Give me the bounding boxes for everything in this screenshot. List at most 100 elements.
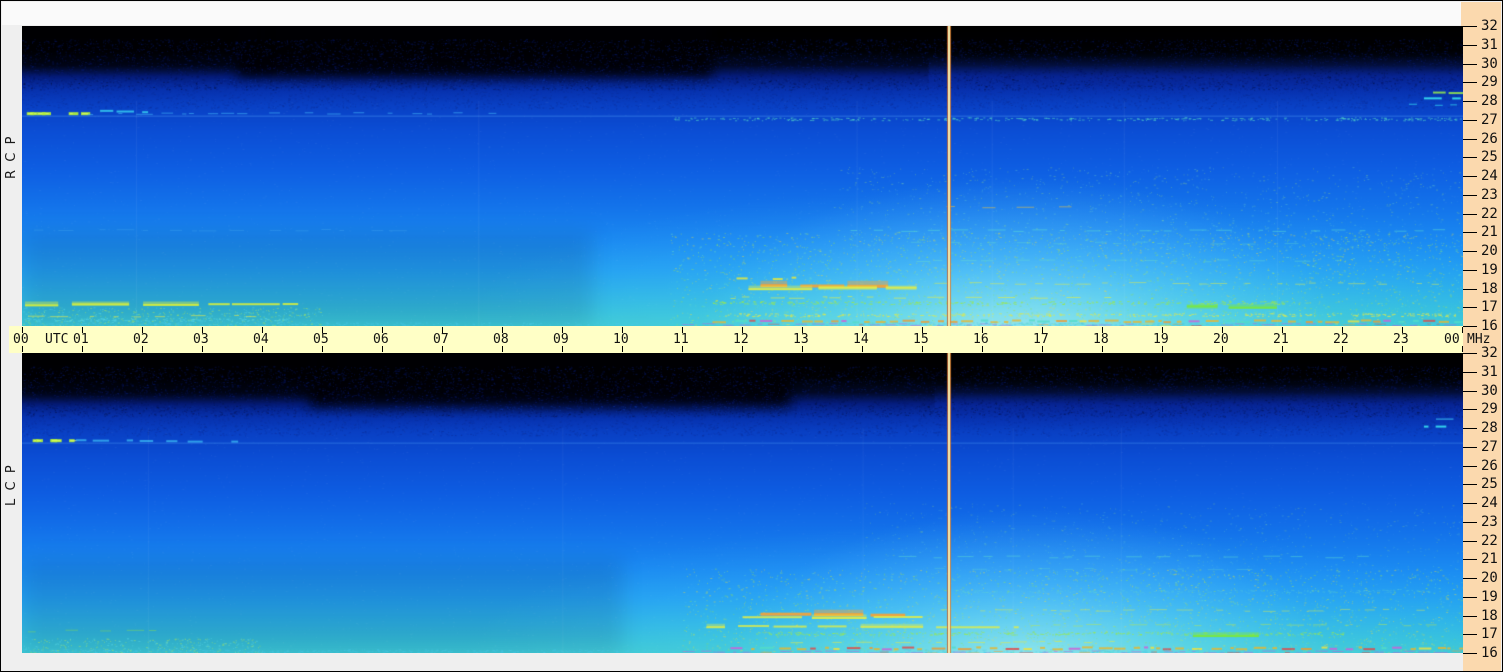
time-tick-label: 01 <box>73 332 89 347</box>
freq-tick-label: 18 <box>1481 608 1498 624</box>
freq-tick <box>1463 214 1477 215</box>
time-tick-label: 04 <box>253 332 269 347</box>
freq-tick-label: 23 <box>1481 514 1498 530</box>
freq-tick <box>1463 326 1477 327</box>
time-tick-label: 13 <box>793 332 809 347</box>
freq-tick-label: 23 <box>1481 187 1498 203</box>
time-tick-label: 07 <box>433 332 449 347</box>
time-tick-label: 12 <box>733 332 749 347</box>
freq-tick <box>1463 391 1477 392</box>
freq-tick <box>1463 653 1477 654</box>
time-tick-label: 17 <box>1033 332 1049 347</box>
time-tick-label: 10 <box>613 332 629 347</box>
freq-tick <box>1463 45 1477 46</box>
freq-tick-label: 19 <box>1481 589 1498 605</box>
freq-tick <box>1463 195 1477 196</box>
freq-tick <box>1463 157 1477 158</box>
freq-tick-label: 25 <box>1481 476 1498 492</box>
freq-tick-label: 27 <box>1481 112 1498 128</box>
time-tick-label: 16 <box>973 332 989 347</box>
freq-tick-label: 30 <box>1481 383 1498 399</box>
rcp-spectrogram-canvas <box>22 26 1463 326</box>
freq-tick-label: 21 <box>1481 224 1498 240</box>
time-tick-label: 00 <box>13 332 29 347</box>
freq-tick-label: 20 <box>1481 570 1498 586</box>
time-tick-label: 11 <box>673 332 689 347</box>
freq-tick <box>1463 82 1477 83</box>
freq-tick <box>1463 541 1477 542</box>
time-tick-label: 18 <box>1093 332 1109 347</box>
freq-tick-label: 27 <box>1481 439 1498 455</box>
freq-tick <box>1463 597 1477 598</box>
time-tick-label: 09 <box>553 332 569 347</box>
freq-tick <box>1463 353 1477 354</box>
time-tick-label: 02 <box>133 332 149 347</box>
lcp-spectrogram-canvas <box>22 353 1463 653</box>
time-tick <box>1462 327 1463 333</box>
freq-tick <box>1463 616 1477 617</box>
freq-tick-label: 26 <box>1481 131 1498 147</box>
freq-tick <box>1463 232 1477 233</box>
time-tick-label: 23 <box>1393 332 1409 347</box>
freq-tick <box>1463 270 1477 271</box>
freq-tick <box>1463 64 1477 65</box>
time-tick-label: 21 <box>1273 332 1289 347</box>
time-tick-label: 20 <box>1213 332 1229 347</box>
rcp-label-text: R C P <box>4 136 19 179</box>
freq-tick-label: 24 <box>1481 168 1498 184</box>
freq-tick <box>1463 503 1477 504</box>
time-tick-label: 05 <box>313 332 329 347</box>
freq-tick <box>1463 372 1477 373</box>
freq-tick <box>1463 484 1477 485</box>
freq-tick-label: 16 <box>1481 318 1498 334</box>
freq-tick-label: 19 <box>1481 262 1498 278</box>
freq-tick <box>1463 578 1477 579</box>
freq-tick-label: 25 <box>1481 149 1498 165</box>
freq-tick <box>1463 466 1477 467</box>
freq-tick <box>1463 522 1477 523</box>
bottom-strip <box>2 653 1463 671</box>
freq-tick-label: 16 <box>1481 645 1498 661</box>
freq-tick-label: 17 <box>1481 299 1498 315</box>
side-label-lcp: L C P <box>1 465 22 506</box>
freq-tick <box>1463 101 1477 102</box>
spectrograph-window: AJ4CO Observatory 15 Jan 2021 - DPS on T… <box>0 0 1503 672</box>
lcp-label-text: L C P <box>4 465 19 506</box>
freq-tick <box>1463 120 1477 121</box>
time-tick-label: 03 <box>193 332 209 347</box>
freq-tick <box>1463 26 1477 27</box>
freq-tick <box>1463 409 1477 410</box>
freq-tick-label: 28 <box>1481 93 1498 109</box>
freq-tick-label: 31 <box>1481 37 1498 53</box>
time-tick-label: 15 <box>913 332 929 347</box>
freq-tick <box>1463 447 1477 448</box>
time-tick-label: 00 <box>1444 332 1460 347</box>
time-tick-label: 14 <box>853 332 869 347</box>
freq-tick-label: 21 <box>1481 551 1498 567</box>
freq-tick-label: 32 <box>1481 345 1498 361</box>
freq-tick-label: 24 <box>1481 495 1498 511</box>
freq-tick <box>1463 307 1477 308</box>
freq-tick-label: 32 <box>1481 18 1498 34</box>
freq-tick <box>1463 139 1477 140</box>
freq-tick <box>1463 176 1477 177</box>
freq-tick-label: 29 <box>1481 401 1498 417</box>
freq-tick-label: 29 <box>1481 74 1498 90</box>
freq-tick-label: 26 <box>1481 458 1498 474</box>
side-label-rcp: R C P <box>1 136 22 179</box>
freq-tick <box>1463 251 1477 252</box>
freq-tick-label: 17 <box>1481 626 1498 642</box>
freq-tick-label: 22 <box>1481 533 1498 549</box>
time-tick <box>1462 346 1463 352</box>
freq-tick-label: 20 <box>1481 243 1498 259</box>
time-tick-label: 22 <box>1333 332 1349 347</box>
utc-label: UTC <box>45 332 69 347</box>
freq-tick-label: 31 <box>1481 364 1498 380</box>
time-tick-label: 06 <box>373 332 389 347</box>
freq-tick <box>1463 428 1477 429</box>
title-bar: AJ4CO Observatory 15 Jan 2021 - DPS on T… <box>2 2 1462 45</box>
freq-tick-label: 28 <box>1481 420 1498 436</box>
time-tick-label: 19 <box>1153 332 1169 347</box>
freq-tick-label: 18 <box>1481 281 1498 297</box>
freq-tick <box>1463 559 1477 560</box>
